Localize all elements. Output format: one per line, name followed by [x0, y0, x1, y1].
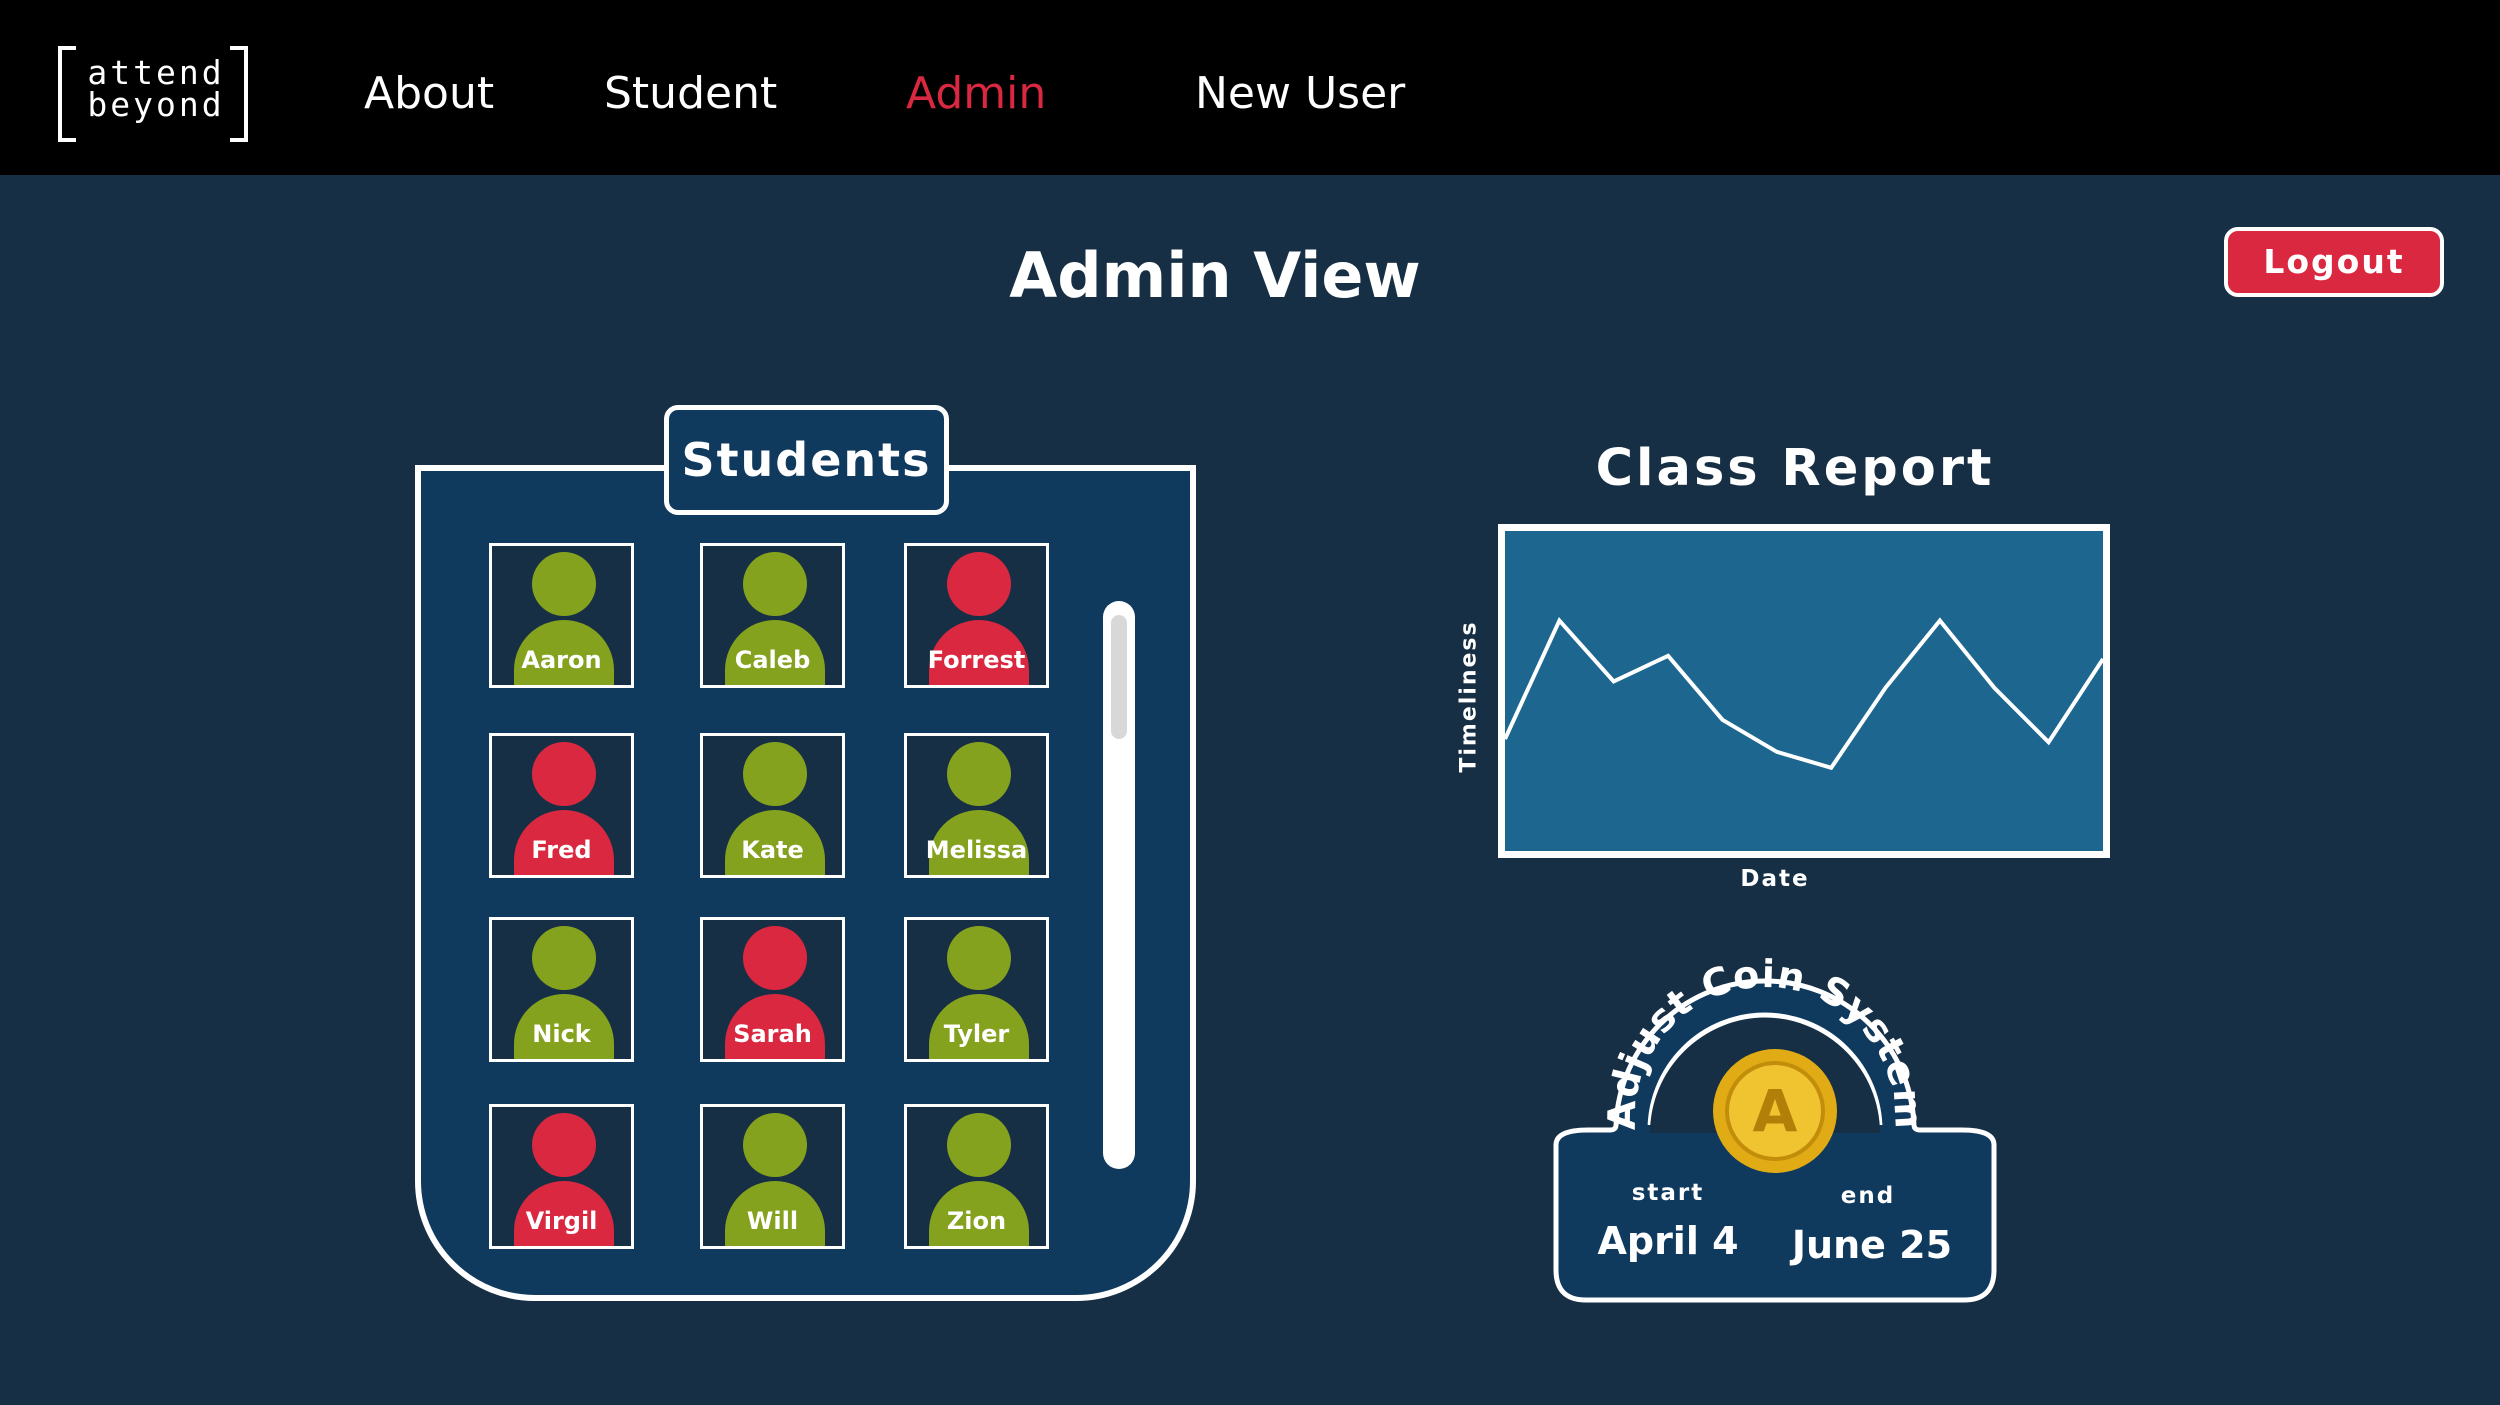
- class-report-title: Class Report: [1595, 439, 1995, 498]
- student-card[interactable]: Melissa: [904, 733, 1049, 878]
- student-name: Forrest: [927, 646, 1026, 674]
- student-avatar-head: [947, 926, 1011, 990]
- students-scrollbar-thumb[interactable]: [1111, 615, 1127, 739]
- coin-end-date[interactable]: June 25: [1782, 1223, 1962, 1267]
- student-card[interactable]: Kate: [700, 733, 845, 878]
- student-name: Virgil: [525, 1207, 598, 1235]
- student-name: Nick: [532, 1020, 591, 1048]
- timeliness-series-line: [1505, 616, 2103, 771]
- logo-line-2: beyond: [87, 85, 225, 124]
- student-name: Sarah: [733, 1020, 812, 1048]
- student-card[interactable]: Zion: [904, 1104, 1049, 1249]
- student-card[interactable]: Tyler: [904, 917, 1049, 1062]
- student-name: Caleb: [734, 646, 811, 674]
- student-avatar-head: [743, 1113, 807, 1177]
- chart-svg: [1505, 616, 2103, 771]
- student-name: Kate: [741, 836, 804, 864]
- student-avatar-head: [743, 926, 807, 990]
- top-navbar: attend beyond About Student Admin New Us…: [0, 0, 2500, 175]
- student-avatar-head: [532, 742, 596, 806]
- attend-beyond-logo[interactable]: attend beyond: [58, 46, 248, 142]
- student-avatar-head: [532, 1113, 596, 1177]
- student-card[interactable]: Virgil: [489, 1104, 634, 1249]
- nav-admin[interactable]: Admin: [906, 64, 1046, 124]
- student-card[interactable]: Nick: [489, 917, 634, 1062]
- logo-left-bracket: [58, 46, 76, 142]
- student-card[interactable]: Caleb: [700, 543, 845, 688]
- student-card[interactable]: Fred: [489, 733, 634, 878]
- chart-y-axis-label-text: Timeliness: [1456, 620, 1482, 773]
- chart-x-axis-label: Date: [1740, 866, 1810, 892]
- student-name: Tyler: [943, 1020, 1010, 1048]
- student-avatar-head: [947, 552, 1011, 616]
- student-card[interactable]: Sarah: [700, 917, 845, 1062]
- student-name: Fred: [531, 836, 592, 864]
- student-avatar-head: [532, 926, 596, 990]
- class-report-chart: [1498, 524, 2110, 858]
- page-title: Admin View: [1009, 239, 1421, 312]
- coin-start-label: start: [1631, 1180, 1705, 1206]
- students-scrollbar[interactable]: [1103, 601, 1135, 1169]
- nav-student[interactable]: Student: [604, 64, 777, 124]
- student-avatar-head: [532, 552, 596, 616]
- student-name: Melissa: [925, 836, 1028, 864]
- student-name: Zion: [946, 1207, 1007, 1235]
- coin-start-date[interactable]: April 4: [1578, 1219, 1758, 1263]
- nav-new-user[interactable]: New User: [1195, 64, 1405, 124]
- adjust-coin-system[interactable]: Adjust Coin System A start end April 4 J…: [1550, 955, 2000, 1305]
- student-card[interactable]: Forrest: [904, 543, 1049, 688]
- coin-end-label: end: [1840, 1183, 1896, 1209]
- student-card[interactable]: Aaron: [489, 543, 634, 688]
- student-avatar-head: [743, 742, 807, 806]
- student-avatar-head: [743, 552, 807, 616]
- student-avatar-head: [947, 1113, 1011, 1177]
- coin-letter: A: [1753, 1077, 1798, 1145]
- student-name: Will: [746, 1207, 799, 1235]
- students-panel-title: Students: [664, 405, 949, 515]
- logout-button[interactable]: Logout: [2224, 227, 2444, 297]
- student-card[interactable]: Will: [700, 1104, 845, 1249]
- student-name: Aaron: [521, 646, 602, 674]
- student-avatar-head: [947, 742, 1011, 806]
- nav-about[interactable]: About: [364, 64, 494, 124]
- logo-right-bracket: [230, 46, 248, 142]
